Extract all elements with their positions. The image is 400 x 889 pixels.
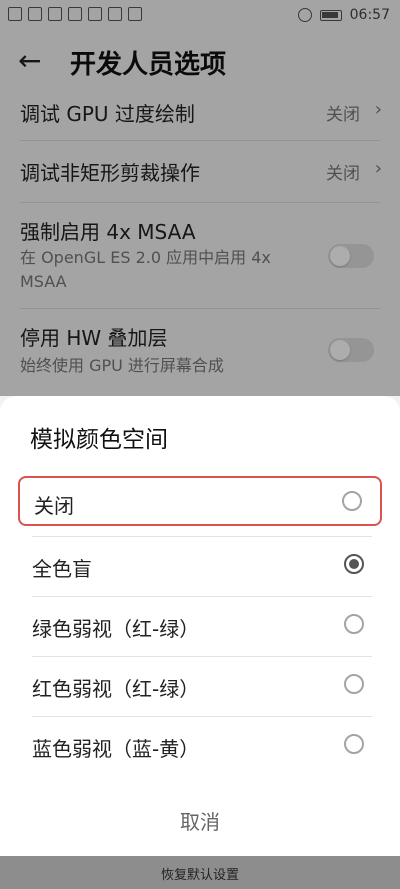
sheet-title: 模拟颜色空间	[30, 427, 168, 453]
bottom-strip: 恢复默认设置	[0, 856, 400, 889]
option-deuteranomaly[interactable]: 绿色弱视（红-绿）	[18, 601, 382, 651]
option-tritanomaly[interactable]: 蓝色弱视（蓝-黄）	[18, 721, 382, 771]
radio-unchecked-icon[interactable]	[344, 734, 364, 754]
option-off[interactable]: 关闭	[18, 476, 382, 526]
option-label: 蓝色弱视（蓝-黄）	[32, 737, 200, 761]
option-label: 全色盲	[32, 557, 92, 581]
divider	[32, 716, 372, 717]
cancel-button[interactable]: 取消	[0, 806, 400, 835]
radio-unchecked-icon[interactable]	[342, 491, 362, 511]
radio-unchecked-icon[interactable]	[344, 674, 364, 694]
option-monochromacy[interactable]: 全色盲	[18, 541, 382, 591]
radio-checked-icon[interactable]	[344, 554, 364, 574]
radio-unchecked-icon[interactable]	[344, 614, 364, 634]
screen: 06:57 ← 开发人员选项 调试 GPU 过度绘制 关闭 › 调试非矩形剪裁操…	[0, 0, 400, 889]
dim-overlay[interactable]	[0, 0, 400, 396]
restore-defaults-button[interactable]: 恢复默认设置	[0, 864, 400, 883]
divider	[32, 596, 372, 597]
option-label: 绿色弱视（红-绿）	[32, 617, 200, 641]
divider	[32, 536, 372, 537]
option-protanomaly[interactable]: 红色弱视（红-绿）	[18, 661, 382, 711]
option-label: 红色弱视（红-绿）	[32, 677, 200, 701]
option-label: 关闭	[34, 494, 74, 518]
color-space-sheet: 模拟颜色空间 关闭 全色盲 绿色弱视（红-绿） 红色弱视（红-绿） 蓝色弱视（蓝…	[0, 396, 400, 856]
divider	[32, 656, 372, 657]
